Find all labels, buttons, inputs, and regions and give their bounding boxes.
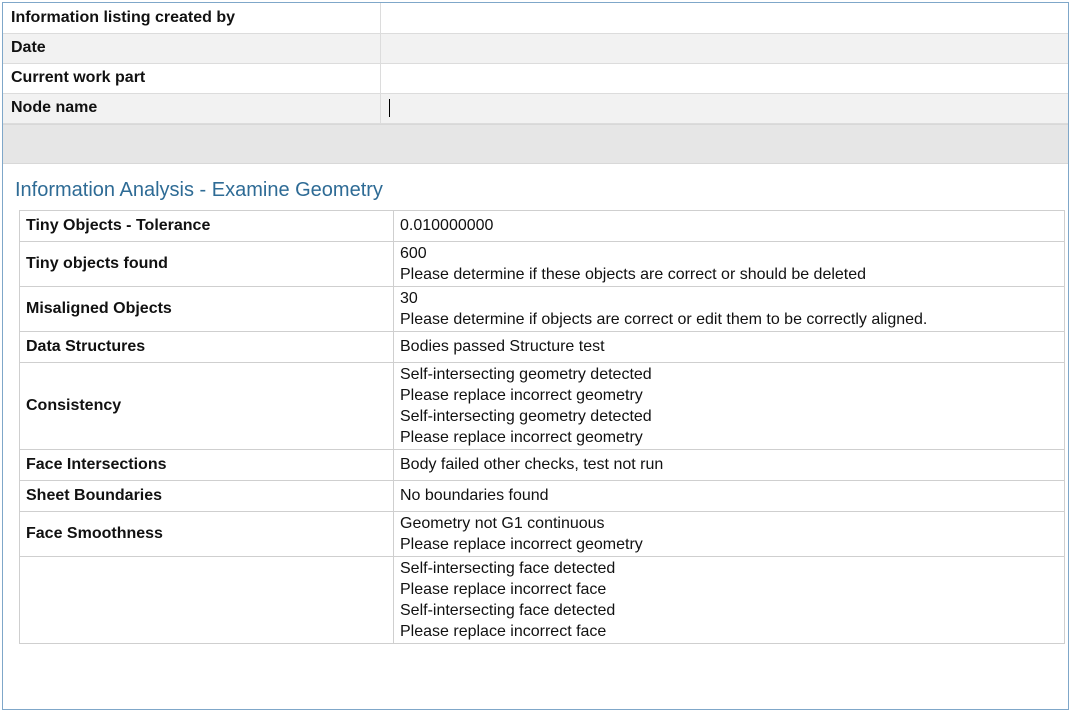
analysis-value-line: Please replace incorrect geometry — [400, 386, 643, 404]
analysis-row: Tiny Objects - Tolerance 0.010000000 — [19, 209, 1065, 242]
header-label: Current work part — [3, 63, 381, 94]
analysis-value: Self-intersecting geometry detected Pleas… — [393, 361, 1065, 450]
analysis-value-line: Body failed other checks, test not run — [400, 456, 664, 473]
analysis-value: Geometry not G1 continuous Please replace… — [393, 510, 1065, 557]
analysis-value-line: Bodies passed Structure test — [400, 338, 605, 355]
info-header-table: Information listing created by Date Curren… — [3, 3, 1068, 124]
analysis-value-line: 600 — [400, 244, 427, 262]
header-label: Date — [3, 33, 381, 64]
analysis-label: Face Smoothness — [19, 510, 394, 557]
analysis-value-line: No boundaries found — [400, 487, 549, 504]
header-value[interactable] — [380, 33, 1068, 64]
analysis-value-line: 30 — [400, 289, 418, 307]
header-row: Information listing created by — [3, 3, 1068, 34]
analysis-value: 30 Please determine if objects are correc… — [393, 285, 1065, 332]
analysis-label: Sheet Boundaries — [19, 479, 394, 512]
analysis-label: Data Structures — [19, 330, 394, 363]
section-title: Information Analysis - Examine Geometry — [15, 178, 383, 201]
header-value[interactable] — [380, 3, 1068, 34]
analysis-row: Sheet Boundaries No boundaries found — [19, 479, 1065, 512]
header-label: Node name — [3, 93, 381, 124]
analysis-label — [19, 555, 394, 644]
text-cursor — [388, 98, 390, 117]
analysis-label: Face Intersections — [19, 448, 394, 481]
header-row: Node name — [3, 93, 1068, 124]
analysis-value: Self-intersecting face detected Please re… — [393, 555, 1065, 644]
analysis-value-line: Please determine if objects are correct … — [400, 310, 928, 328]
analysis-value-line: Self-intersecting face detected — [400, 601, 616, 619]
header-row: Date — [3, 33, 1068, 64]
analysis-value-line: Self-intersecting geometry detected — [400, 407, 652, 425]
analysis-value-line: Please determine if these objects are co… — [400, 265, 867, 283]
analysis-value-line: Geometry not G1 continuous — [400, 514, 605, 532]
analysis-value-line: Please replace incorrect geometry — [400, 428, 643, 446]
separator-band — [3, 123, 1068, 164]
analysis-row: Consistency Self-intersecting geometry de… — [19, 361, 1065, 450]
analysis-value: 600 Please determine if these objects are… — [393, 240, 1065, 287]
analysis-row: Face Intersections Body failed other chec… — [19, 448, 1065, 481]
analysis-value-line: Please replace incorrect face — [400, 580, 607, 598]
analysis-label: Consistency — [19, 361, 394, 450]
analysis-value-line: Self-intersecting face detected — [400, 559, 616, 577]
analysis-value-line: Please replace incorrect face — [400, 622, 607, 640]
header-value[interactable] — [380, 93, 1068, 124]
header-row: Current work part — [3, 63, 1068, 94]
analysis-table: Tiny Objects - Tolerance 0.010000000 Tiny … — [19, 209, 1065, 644]
analysis-label: Misaligned Objects — [19, 285, 394, 332]
information-window: Information listing created by Date Curren… — [2, 2, 1069, 710]
analysis-value-line: Please replace incorrect geometry — [400, 535, 643, 553]
analysis-value: Bodies passed Structure test — [393, 330, 1065, 363]
analysis-row: Data Structures Bodies passed Structure t… — [19, 330, 1065, 363]
analysis-value: 0.010000000 — [393, 209, 1065, 242]
analysis-value-line: Self-intersecting geometry detected — [400, 365, 652, 383]
analysis-row: Self-intersecting face detected Please re… — [19, 555, 1065, 644]
analysis-label: Tiny Objects - Tolerance — [19, 209, 394, 242]
analysis-row: Face Smoothness Geometry not G1 continuou… — [19, 510, 1065, 557]
analysis-label: Tiny objects found — [19, 240, 394, 287]
header-value[interactable] — [380, 63, 1068, 94]
analysis-section: Information Analysis - Examine Geometry … — [3, 163, 1068, 644]
analysis-row: Tiny objects found 600 Please determine if… — [19, 240, 1065, 287]
analysis-row: Misaligned Objects 30 Please determine if … — [19, 285, 1065, 332]
analysis-value-line: 0.010000000 — [400, 217, 494, 234]
analysis-value: No boundaries found — [393, 479, 1065, 512]
header-label: Information listing created by — [3, 3, 381, 34]
analysis-value: Body failed other checks, test not run — [393, 448, 1065, 481]
